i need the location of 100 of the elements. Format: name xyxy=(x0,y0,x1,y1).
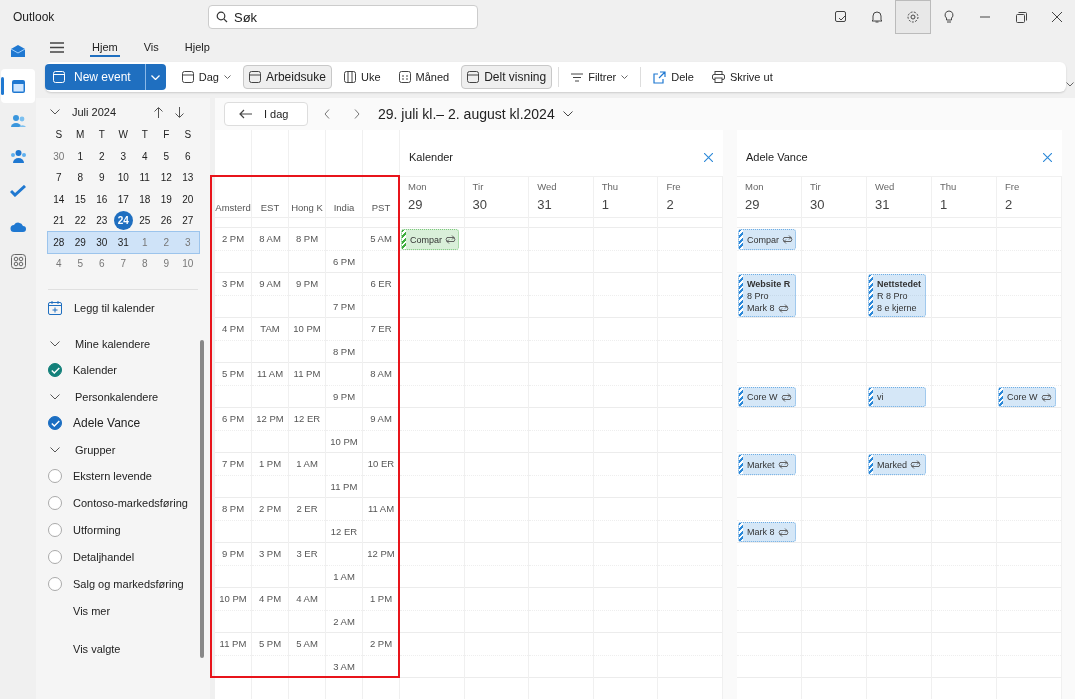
calendar-day[interactable]: 15 xyxy=(69,193,91,205)
calendar-day[interactable]: 9 xyxy=(91,172,113,184)
time-label: 7 PM xyxy=(221,458,245,469)
calendar-day[interactable]: 27 xyxy=(177,215,199,227)
calendar-day[interactable]: 30 xyxy=(91,236,113,248)
menu-button[interactable] xyxy=(50,41,64,53)
close-pane-button[interactable] xyxy=(701,150,715,164)
calendar-day[interactable]: 19 xyxy=(155,193,177,205)
show-selected-link[interactable]: Vis valgte xyxy=(36,635,210,662)
calendar-day[interactable]: 30 xyxy=(48,150,70,162)
calendar-day[interactable]: 4 xyxy=(134,150,156,162)
dropdown-button[interactable]: Dag xyxy=(175,65,237,89)
calendar-day[interactable]: 16 xyxy=(91,193,113,205)
calendar-day[interactable]: 6 xyxy=(177,150,199,162)
calendar-day[interactable]: 7 xyxy=(48,172,70,184)
timezone-name: India xyxy=(333,202,355,213)
view-button[interactable]: Måned xyxy=(392,65,456,89)
calendar-event[interactable]: Marked xyxy=(868,454,926,475)
calendar-day[interactable]: 4 xyxy=(48,258,70,270)
calendar-day[interactable]: 3 xyxy=(177,236,199,248)
new-event-dropdown[interactable] xyxy=(144,64,166,90)
expand-icon[interactable] xyxy=(1066,82,1074,87)
calendar-event[interactable]: vi xyxy=(868,386,926,407)
time-label: 12 PM xyxy=(256,413,284,424)
arrow-down-icon[interactable] xyxy=(175,106,185,118)
calendar-checkbox[interactable] xyxy=(48,469,62,483)
calendar-checkbox[interactable] xyxy=(48,523,62,537)
calendar-day[interactable]: 10 xyxy=(177,258,199,270)
calendar-day[interactable]: 8 xyxy=(69,172,91,184)
toolbar-button[interactable]: Skrive ut xyxy=(705,65,779,89)
calendar-day[interactable]: 2 xyxy=(155,236,177,248)
calendar-day[interactable]: 25 xyxy=(134,215,156,227)
chevron-icon xyxy=(50,340,60,347)
calendar-day[interactable]: 23 xyxy=(91,215,113,227)
calendar-day[interactable]: 8 xyxy=(134,258,156,270)
calendar-day[interactable]: 13 xyxy=(177,172,199,184)
calendar-day[interactable]: 14 xyxy=(48,193,70,205)
calendar-day[interactable]: 11 xyxy=(134,172,156,184)
calendar-nav-button[interactable] xyxy=(1,69,35,103)
calendar-day[interactable]: 18 xyxy=(134,193,156,205)
calendar-day[interactable]: 26 xyxy=(155,215,177,227)
calendar-checkbox[interactable] xyxy=(48,577,62,591)
close-pane-button[interactable] xyxy=(1040,150,1054,164)
add-calendar-button[interactable]: Legg til kalender xyxy=(48,299,155,316)
view-button[interactable]: Arbeidsuke xyxy=(242,65,332,89)
calendar-day[interactable]: 5 xyxy=(155,150,177,162)
calendar-day[interactable]: 20 xyxy=(177,193,199,205)
calendar-day[interactable]: 31 xyxy=(112,236,134,248)
calendar-day[interactable]: 29 xyxy=(69,236,91,248)
calendar-day[interactable]: 7 xyxy=(112,258,134,270)
scrollbar[interactable] xyxy=(200,340,205,658)
time-label: 5 AM xyxy=(370,233,392,244)
view-button[interactable]: Uke xyxy=(337,65,387,89)
ribbon-tab[interactable]: Vis xyxy=(141,37,161,57)
ribbon-tab[interactable]: Hjelp xyxy=(182,37,212,57)
view-button[interactable]: Delt visning xyxy=(461,65,553,89)
calendar-checkbox[interactable] xyxy=(48,363,62,377)
calendar-day[interactable]: 1 xyxy=(69,150,91,162)
calendar-event[interactable]: Market xyxy=(738,454,796,475)
show-more-link[interactable]: Vis mer xyxy=(36,597,210,624)
calendar-day[interactable]: 21 xyxy=(48,215,70,227)
calendar-checkbox[interactable] xyxy=(48,550,62,564)
calendar-day[interactable]: 17 xyxy=(112,193,134,205)
time-label: 6 ER xyxy=(370,278,392,289)
calendar-day[interactable]: 28 xyxy=(48,236,70,248)
time-label: 3 ER xyxy=(296,548,318,559)
calendar-day[interactable]: 2 xyxy=(91,150,113,162)
arrow-up-icon[interactable] xyxy=(154,106,164,118)
new-event-button[interactable]: New event xyxy=(45,64,145,90)
collapse-icon[interactable] xyxy=(50,109,60,115)
calendar-day[interactable]: 9 xyxy=(155,258,177,270)
calendar-day[interactable]: 10 xyxy=(112,172,134,184)
toolbar-button[interactable]: Dele xyxy=(647,65,700,89)
calendar-day[interactable]: 6 xyxy=(91,258,113,270)
calendar-event[interactable]: Website R 8 Pro Mark 8 xyxy=(738,274,796,317)
calendar-day[interactable]: 12 xyxy=(155,172,177,184)
calendar-day[interactable]: 3 xyxy=(112,150,134,162)
settings-button[interactable] xyxy=(895,0,931,34)
calendar-name: Ekstern levende xyxy=(73,470,152,482)
calendar-event[interactable]: Core W xyxy=(998,386,1056,407)
calendar-event[interactable]: Nettstedet R 8 Pro 8 e kjerne xyxy=(868,274,926,317)
calendar-event[interactable]: Compar xyxy=(738,229,796,250)
day-date: 1 xyxy=(601,197,610,212)
ribbon-tab[interactable]: Hjem xyxy=(90,37,120,57)
search-field[interactable]: Søk xyxy=(208,5,478,29)
time-label: 7 PM xyxy=(332,300,356,312)
calendar-event[interactable]: Core W xyxy=(738,386,796,407)
calendar-day[interactable]: 5 xyxy=(69,258,91,270)
calendar-day[interactable]: 22 xyxy=(69,215,91,227)
calendar-event[interactable]: Compar xyxy=(401,229,459,250)
calendar-event[interactable]: Mark 8 xyxy=(738,521,796,542)
calendar-day[interactable]: 1 xyxy=(134,236,156,248)
time-label: 4 PM xyxy=(221,323,245,334)
today-button[interactable]: I dag xyxy=(224,102,308,126)
date-range-button[interactable]: 29. juli kl.– 2. august kl.2024 xyxy=(378,106,573,122)
dropdown-button[interactable]: Filtrer xyxy=(565,65,635,89)
calendar-day[interactable]: 24 xyxy=(113,211,133,231)
calendar-checkbox[interactable] xyxy=(48,496,62,510)
calendar-checkbox[interactable] xyxy=(48,416,62,430)
calendar-icon xyxy=(53,71,65,83)
